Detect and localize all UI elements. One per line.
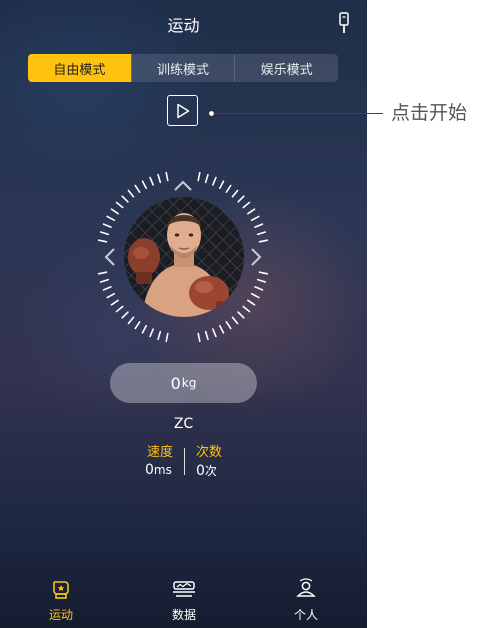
dial-tick	[247, 299, 256, 306]
play-icon	[176, 103, 189, 118]
dial-tick	[127, 316, 135, 325]
chevron-left-icon	[104, 248, 115, 266]
nav-label-profile: 个人	[293, 608, 318, 622]
dial-tick	[258, 239, 269, 243]
dial-tick	[250, 292, 260, 299]
nav-item-data[interactable]: 数据	[144, 578, 224, 624]
speed-label: 速度	[147, 445, 174, 460]
speed-unit: ms	[153, 463, 172, 477]
chevron-right-icon	[251, 248, 262, 266]
dial-tick	[134, 321, 141, 330]
chevron-up-icon	[174, 180, 192, 191]
count-value: 0次	[196, 462, 217, 479]
data-icon	[173, 581, 195, 597]
page-title: 运动	[167, 16, 200, 35]
tab-free-mode[interactable]: 自由模式	[28, 54, 131, 82]
dial-tick	[231, 316, 239, 325]
dial-tick	[157, 330, 162, 341]
mode-tabs: 自由模式 训练模式 娱乐模式	[28, 54, 338, 82]
dial-tick	[242, 201, 251, 209]
dial-tick	[212, 176, 217, 186]
dial-tick	[102, 286, 112, 291]
dial-tick	[256, 231, 267, 236]
nav-item-sport[interactable]: 运动	[21, 578, 101, 624]
glove-icon	[53, 581, 69, 599]
dial-tick	[121, 195, 129, 203]
dial-tick	[102, 223, 112, 228]
dial-tick	[110, 208, 119, 215]
dial-tick	[99, 278, 110, 283]
dial-tick	[115, 305, 124, 313]
dial-tick	[197, 332, 201, 343]
dial-tick	[165, 171, 169, 182]
dial-tick	[204, 330, 209, 341]
avatar	[124, 197, 244, 317]
dial-tick	[237, 195, 245, 203]
dial-tick	[121, 311, 129, 319]
dial-tick	[218, 180, 225, 190]
dial-tick	[157, 173, 162, 184]
nav-item-profile[interactable]: 个人	[266, 578, 346, 624]
dial-tick	[197, 171, 201, 182]
dial-tick	[134, 184, 141, 193]
dial-tick	[225, 184, 232, 193]
dial-tick	[99, 231, 110, 236]
nav-label-sport: 运动	[48, 608, 73, 622]
tab-entertainment-mode[interactable]: 娱乐模式	[234, 54, 338, 82]
dial-tick	[141, 180, 148, 190]
dial-tick	[231, 189, 239, 198]
dial-tick	[106, 292, 116, 299]
tab-training-mode[interactable]: 训练模式	[130, 54, 235, 82]
dial-tick	[247, 208, 256, 215]
dial-tick	[127, 189, 135, 198]
weight-unit: kg	[181, 376, 197, 390]
dial-tick	[254, 223, 264, 228]
device-icon[interactable]	[338, 12, 350, 34]
dial-tick	[149, 176, 154, 186]
annotation-label: 点击开始	[391, 102, 468, 124]
count-number: 0	[196, 463, 205, 479]
nav-label-data: 数据	[171, 608, 196, 622]
dial-tick	[250, 215, 260, 222]
user-name: ZC	[173, 416, 194, 432]
count-label: 次数	[196, 445, 223, 460]
app-screen: 运动 自由模式 训练模式 娱乐模式 0 kg ZC 速度 次数 0ms 0次 运…	[0, 0, 367, 628]
weight-display[interactable]: 0 kg	[110, 363, 257, 403]
speed-value: 0ms	[145, 462, 172, 478]
dial-tick	[106, 215, 116, 222]
dial-tick	[165, 332, 169, 343]
dial-tick	[237, 311, 245, 319]
person-icon	[296, 578, 316, 597]
dial-tick	[212, 328, 217, 338]
stats-divider	[184, 448, 185, 475]
dial-tick	[258, 271, 269, 275]
dial-tick	[256, 278, 267, 283]
dial-tick	[218, 324, 225, 334]
dial-tick	[97, 271, 108, 275]
count-unit: 次	[204, 464, 217, 478]
connector-line	[215, 113, 383, 114]
dial-tick	[110, 299, 119, 306]
dial-tick	[149, 328, 154, 338]
dial-tick	[225, 321, 232, 330]
dial-tick	[115, 201, 124, 209]
dial-tick	[242, 305, 251, 313]
speed-number: 0	[145, 462, 154, 478]
weight-value: 0	[170, 373, 181, 393]
dial-tick	[141, 324, 148, 334]
dial-tick	[204, 173, 209, 184]
dial-tick	[97, 239, 108, 243]
start-button[interactable]	[167, 95, 198, 126]
dial-tick	[254, 286, 264, 291]
